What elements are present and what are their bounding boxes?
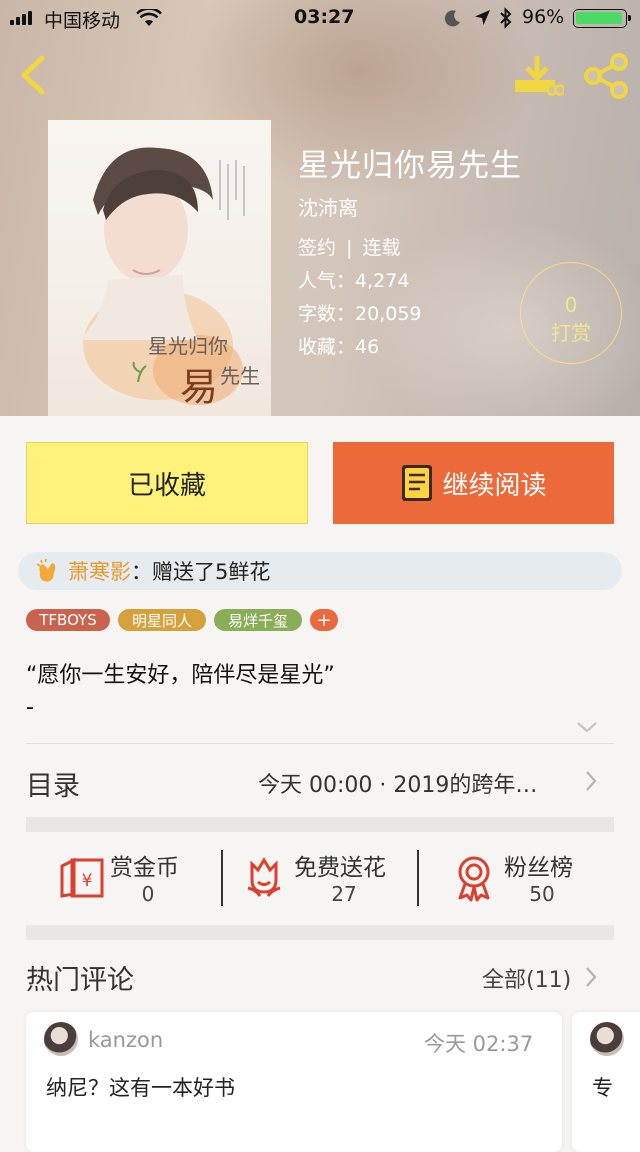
share-icon[interactable] bbox=[582, 52, 630, 100]
back-icon[interactable] bbox=[16, 54, 48, 96]
reward-coins-label: 赏金币 bbox=[110, 855, 179, 881]
chevron-right-icon bbox=[586, 771, 597, 791]
toc-latest-chapter: 今天 00:00 · 2019的跨年… bbox=[258, 773, 538, 798]
flower-icon bbox=[247, 857, 281, 897]
word-count-row: 字数：20,059 bbox=[298, 299, 422, 326]
clock: 03:27 bbox=[294, 6, 355, 28]
expand-chevron-icon[interactable] bbox=[576, 720, 598, 734]
section-separator bbox=[26, 817, 614, 832]
serial-status: 连载 bbox=[362, 237, 401, 259]
chevron-right-icon bbox=[586, 967, 597, 987]
stats-row: ¥ 赏金币 0 免费送花 27 粉丝榜 50 bbox=[0, 832, 640, 924]
continue-reading-label: 继续阅读 bbox=[442, 470, 547, 501]
toc-row[interactable]: 目录 今天 00:00 · 2019的跨年… bbox=[0, 744, 640, 816]
clap-icon bbox=[36, 558, 56, 582]
location-icon bbox=[475, 10, 490, 25]
hot-comments-header: 热门评论 全部(11) bbox=[0, 944, 640, 1004]
comment-time: 今天 02:37 bbox=[424, 1032, 534, 1056]
add-tag-button[interactable]: + bbox=[310, 609, 338, 631]
fan-ranking-value: 50 bbox=[529, 882, 555, 906]
svg-text:¥: ¥ bbox=[82, 871, 93, 891]
reward-coins-item[interactable]: ¥ 赏金币 0 bbox=[50, 844, 210, 914]
popularity-value: 4,274 bbox=[355, 270, 410, 292]
tag-jackson-yee[interactable]: 易烊千玺 bbox=[214, 609, 302, 631]
fan-ranking-label: 粉丝榜 bbox=[504, 855, 573, 881]
cover-title-big: 易 bbox=[180, 365, 219, 409]
free-flowers-value: 27 bbox=[331, 882, 357, 906]
intro-line-2: - bbox=[26, 695, 34, 720]
book-cover[interactable]: 星光归你 易 先生 bbox=[48, 120, 271, 416]
toc-label: 目录 bbox=[26, 771, 80, 802]
continue-reading-button[interactable]: 继续阅读 bbox=[333, 442, 614, 524]
fan-ranking-item[interactable]: 粉丝榜 50 bbox=[450, 844, 610, 914]
tag-celebrity-fanfic[interactable]: 明星同人 bbox=[118, 609, 206, 631]
all-comments-link[interactable]: 全部(11) bbox=[482, 962, 571, 994]
red-envelope-icon: ¥ bbox=[60, 857, 104, 898]
cover-title-end: 先生 bbox=[220, 364, 260, 388]
section-separator bbox=[26, 925, 614, 940]
words-value: 20,059 bbox=[355, 303, 422, 325]
popularity-label: 人气： bbox=[298, 270, 356, 292]
medal-icon bbox=[458, 856, 490, 902]
free-flowers-label: 免费送花 bbox=[294, 855, 386, 881]
gift-text: ：赠送了5鲜花 bbox=[131, 560, 271, 584]
favorites-value: 46 bbox=[355, 336, 380, 358]
book-author[interactable]: 沈沛离 bbox=[298, 192, 358, 221]
bluetooth-icon bbox=[500, 7, 512, 29]
comment-card[interactable]: kanzon 今天 02:37 纳尼？这有一本好书 bbox=[26, 1012, 562, 1152]
battery-percent: 96% bbox=[522, 6, 565, 28]
stats-divider bbox=[417, 850, 419, 906]
free-flowers-item[interactable]: 免费送花 27 bbox=[240, 844, 410, 914]
avatar[interactable] bbox=[590, 1022, 624, 1056]
download-icon[interactable] bbox=[512, 54, 564, 98]
collected-button[interactable]: 已收藏 bbox=[26, 442, 308, 524]
book-title: 星光归你易先生 bbox=[298, 148, 522, 184]
avatar[interactable] bbox=[44, 1022, 78, 1056]
battery-icon bbox=[573, 9, 631, 28]
contract-label: 签约 bbox=[298, 237, 337, 259]
status-separator: | bbox=[346, 237, 353, 259]
intro-line-1: “愿你一生安好，陪伴尽是星光” bbox=[26, 663, 335, 688]
favorites-label: 收藏： bbox=[298, 336, 356, 358]
popularity-row: 人气：4,274 bbox=[298, 266, 409, 293]
hot-comments-title: 热门评论 bbox=[26, 965, 134, 996]
collected-label: 已收藏 bbox=[127, 470, 206, 501]
reward-label: 打赏 bbox=[551, 321, 591, 345]
book-status-row: 签约 | 连载 bbox=[298, 233, 401, 260]
stats-divider bbox=[221, 850, 223, 906]
comment-text: 纳尼？这有一本好书 bbox=[46, 1076, 235, 1100]
comment-username[interactable]: kanzon bbox=[88, 1028, 163, 1052]
favorites-row: 收藏：46 bbox=[298, 332, 379, 359]
wifi-icon bbox=[136, 9, 162, 26]
cover-title-top: 星光归你 bbox=[148, 334, 228, 358]
tag-tfboys[interactable]: TFBOYS bbox=[26, 609, 110, 631]
reward-button[interactable]: 0 打赏 bbox=[520, 262, 622, 364]
words-label: 字数： bbox=[298, 303, 356, 325]
moon-icon bbox=[444, 10, 460, 27]
carrier-label: 中国移动 bbox=[44, 10, 121, 32]
comment-card[interactable]: 专 bbox=[572, 1012, 640, 1152]
reward-count: 0 bbox=[564, 293, 578, 317]
book-intro: “愿你一生安好，陪伴尽是星光” - bbox=[26, 657, 335, 720]
status-bar: 中国移动 03:27 96% bbox=[0, 0, 640, 36]
gift-user[interactable]: 萧寒影 bbox=[68, 556, 131, 586]
gift-notice[interactable]: 萧寒影 ：赠送了5鲜花 bbox=[18, 552, 622, 590]
comment-text: 专 bbox=[592, 1076, 613, 1100]
book-icon bbox=[402, 465, 433, 501]
reward-coins-value: 0 bbox=[141, 882, 155, 906]
signal-icon bbox=[10, 11, 36, 25]
